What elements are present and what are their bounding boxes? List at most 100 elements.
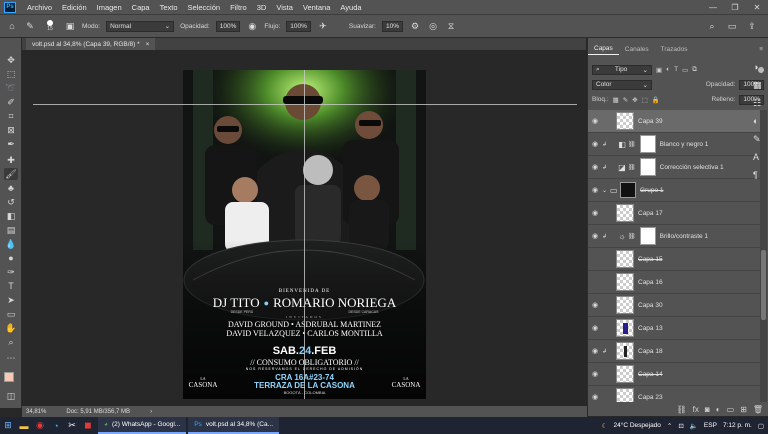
filter-type-icon[interactable]: T [674, 66, 678, 73]
eye-icon[interactable]: ◉ [588, 232, 602, 240]
eye-icon[interactable]: ◉ [588, 140, 602, 148]
layer-row[interactable]: ◉ ↲ Capa 18 [588, 340, 760, 363]
menu-edicion[interactable]: Edición [57, 3, 92, 12]
layer-row[interactable]: ◉ Capa 30 [588, 294, 760, 317]
new-group-icon[interactable]: ▭ [727, 405, 735, 414]
link-layers-icon[interactable]: ⛓ [677, 405, 687, 414]
crop-tool-icon[interactable]: ⌗ [4, 110, 18, 122]
layer-row[interactable]: ◉ ↲ ◧ ⛓ Blanco y negro 1 [588, 133, 760, 156]
taskbar-app-photoshop[interactable]: Ps volt.psd al 34,8% (Ca... [188, 417, 280, 434]
mode-select[interactable]: Normal ⌄ [106, 20, 175, 32]
frame-tool-icon[interactable]: ⊠ [4, 124, 18, 136]
zoom-tool-icon[interactable]: ⌕ [4, 336, 18, 348]
type-tool-icon[interactable]: T [4, 280, 18, 292]
lock-artboard-icon[interactable]: ⬚ [642, 96, 648, 104]
notifications-icon[interactable]: ▢ [758, 422, 764, 430]
vertical-guide[interactable] [304, 70, 305, 399]
quick-select-tool-icon[interactable]: ✐ [4, 96, 18, 108]
tab-canales[interactable]: Canales [619, 43, 655, 55]
menu-archivo[interactable]: Archivo [22, 3, 57, 12]
pen-tool-icon[interactable]: ✑ [4, 266, 18, 278]
brush-settings-icon[interactable]: ▣ [64, 20, 76, 32]
lasso-tool-icon[interactable]: ➰ [4, 82, 18, 94]
layer-row[interactable]: ◉ ↲ ☼ ⛓ Brillo/contraste 1 [588, 225, 760, 248]
weather-text[interactable]: 24°C Despejado [614, 422, 661, 429]
delete-layer-icon[interactable]: 🗑 [753, 405, 763, 414]
language-indicator[interactable]: ESP [704, 422, 717, 429]
color-panel-icon[interactable]: ◑ [753, 62, 758, 72]
eye-icon[interactable]: ◉ [588, 163, 602, 171]
eye-icon[interactable]: ◉ [588, 209, 602, 217]
pressure-size-icon[interactable]: ◎ [427, 20, 439, 32]
layer-style-icon[interactable]: fx [693, 405, 699, 414]
layer-row[interactable]: Capa 15 [588, 248, 760, 271]
menu-filtro[interactable]: Filtro [225, 3, 252, 12]
dodge-tool-icon[interactable]: ● [4, 252, 18, 264]
opacity-field[interactable]: 100% [215, 20, 241, 32]
edge-browser-icon[interactable]: ◔ [48, 418, 64, 434]
swatches-panel-icon[interactable]: ▦ [753, 80, 762, 91]
foreground-color-swatch[interactable] [4, 372, 14, 382]
app-icon[interactable]: ◼ [80, 418, 96, 434]
blend-mode-select[interactable]: Color ⌄ [592, 79, 652, 90]
move-tool-icon[interactable]: ✥ [4, 54, 18, 66]
layer-filter-select[interactable]: ⌕ Tipo ⌄ [592, 64, 652, 75]
file-explorer-icon[interactable]: ▬ [16, 418, 32, 434]
menu-capa[interactable]: Capa [127, 3, 155, 12]
minimize-button[interactable]: — [702, 3, 724, 12]
eye-icon[interactable]: ◉ [588, 186, 602, 194]
lock-all-icon[interactable]: 🔒 [652, 96, 660, 104]
lock-position-icon[interactable]: ✥ [632, 96, 637, 104]
menu-seleccion[interactable]: Selección [183, 3, 226, 12]
windows-start-icon[interactable]: ⊞ [0, 418, 16, 434]
symmetry-icon[interactable]: ⧖ [445, 20, 457, 32]
properties-panel-icon[interactable]: ☷ [753, 98, 761, 109]
character-panel-icon[interactable]: A [753, 152, 759, 162]
lock-pixels-icon[interactable]: ✎ [623, 96, 628, 104]
clone-stamp-tool-icon[interactable]: ♣ [4, 182, 18, 194]
search-icon[interactable]: ⌕ [706, 20, 718, 32]
filter-smart-icon[interactable]: ⧉ [692, 66, 697, 74]
smoothing-field[interactable]: 10% [381, 20, 403, 32]
taskbar-app-chrome[interactable]: ◕ (2) WhatsApp - Googl... [98, 417, 187, 434]
filter-pixel-icon[interactable]: ▣ [656, 66, 662, 74]
menu-ventana[interactable]: Ventana [298, 3, 336, 12]
history-brush-tool-icon[interactable]: ↺ [4, 196, 18, 208]
layer-row[interactable]: ◉ Capa 17 [588, 202, 760, 225]
layer-row[interactable]: ◉ ↲ ◪ ⛓ Corrección selectiva 1 [588, 156, 760, 179]
new-layer-icon[interactable]: ⊞ [740, 405, 747, 414]
adjustments-panel-icon[interactable]: ◐ [753, 116, 758, 126]
status-menu-arrow-icon[interactable]: › [150, 409, 152, 415]
quick-mask-icon[interactable]: ◫ [4, 390, 18, 402]
airbrush-icon[interactable]: ✈ [317, 20, 329, 32]
maximize-button[interactable]: ❐ [724, 3, 746, 12]
close-tab-icon[interactable]: × [146, 41, 150, 48]
chevron-down-icon[interactable]: ⌄ [602, 187, 610, 194]
document-tab[interactable]: volt.psd al 34,8% (Capa 39, RGB/8) * × [26, 38, 156, 50]
brush-preset-icon[interactable]: ✎ [24, 20, 36, 32]
layer-row[interactable]: ◉ Capa 13 [588, 317, 760, 340]
workspace-icon[interactable]: ▭ [726, 20, 738, 32]
eye-icon[interactable]: ◉ [588, 324, 602, 332]
tab-capas[interactable]: Capas [588, 43, 619, 55]
close-window-button[interactable]: ✕ [746, 3, 768, 12]
more-tools-icon[interactable]: ⋯ [4, 352, 18, 364]
layer-row[interactable]: ◉ Capa 23 [588, 386, 760, 402]
eyedropper-tool-icon[interactable]: ✒ [4, 138, 18, 150]
menu-3d[interactable]: 3D [252, 3, 272, 12]
lock-transparency-icon[interactable]: ▦ [613, 96, 619, 104]
brush-size-picker[interactable]: 15 [42, 20, 58, 32]
clock[interactable]: 7:12 p. m. [723, 422, 752, 429]
pressure-opacity-icon[interactable]: ◉ [246, 20, 258, 32]
layer-row[interactable]: ◉ ⌄ ▭ Grupo 1 [588, 179, 760, 202]
eye-icon[interactable]: ◉ [588, 347, 602, 355]
paragraph-panel-icon[interactable]: ¶ [753, 170, 758, 180]
scrollbar-thumb[interactable] [761, 250, 766, 320]
eye-icon[interactable]: ◉ [588, 117, 602, 125]
menu-imagen[interactable]: Imagen [92, 3, 127, 12]
horizontal-guide[interactable] [33, 104, 577, 105]
adjustment-layer-icon[interactable]: ◐ [716, 405, 721, 414]
menu-ayuda[interactable]: Ayuda [335, 3, 366, 12]
brushes-panel-icon[interactable]: ✎ [753, 134, 761, 145]
eraser-tool-icon[interactable]: ◧ [4, 210, 18, 222]
